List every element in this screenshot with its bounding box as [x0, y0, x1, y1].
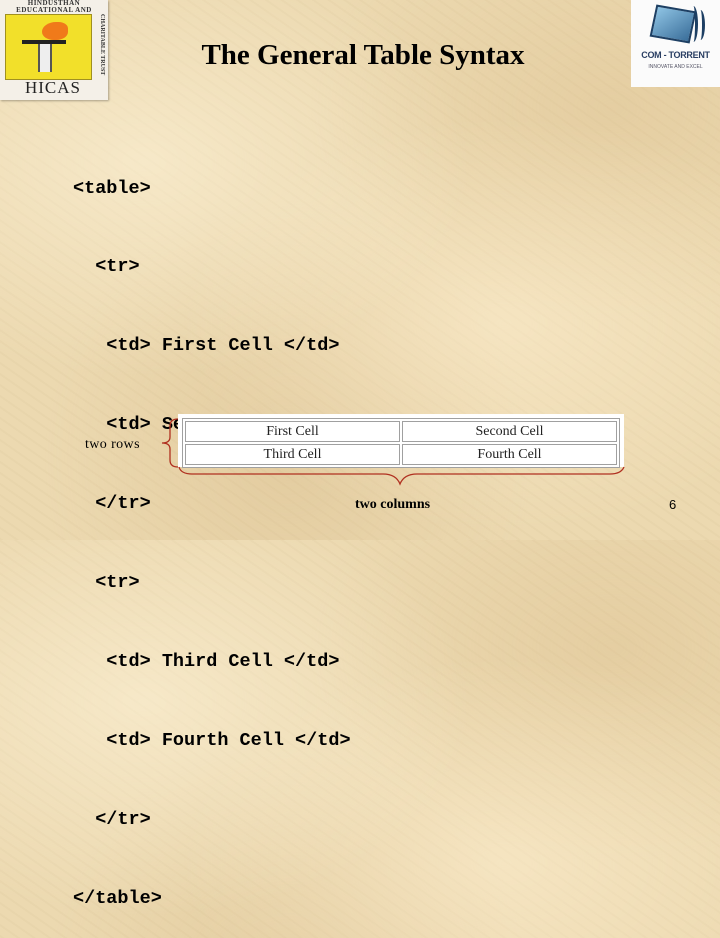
- code-block: <table> <tr> <td> First Cell </td> <td> …: [73, 123, 351, 938]
- table-cell: Third Cell: [185, 444, 400, 465]
- code-line: <td> Third Cell </td>: [73, 650, 340, 672]
- hicas-logo-name: HICAS: [24, 78, 81, 97]
- code-line: <td> Fourth Cell </td>: [73, 729, 351, 751]
- code-line: <table>: [73, 177, 151, 199]
- rows-brace-icon: [161, 418, 179, 468]
- table-cell: Fourth Cell: [402, 444, 617, 465]
- code-line: </tr>: [73, 493, 151, 515]
- columns-brace-icon: [178, 466, 625, 486]
- table-row: First Cell Second Cell: [185, 421, 617, 442]
- two-columns-label: two columns: [355, 497, 431, 512]
- code-line: <tr>: [73, 572, 140, 594]
- code-line: </table>: [73, 887, 162, 909]
- rendered-table-example: First Cell Second Cell Third Cell Fourth…: [178, 414, 624, 468]
- table-cell: First Cell: [185, 421, 400, 442]
- code-line: <tr>: [73, 256, 140, 278]
- slide-title: The General Table Syntax: [201, 39, 525, 71]
- table-row: Third Cell Fourth Cell: [185, 444, 617, 465]
- hicas-logo-banner: HINDUSTHAN EDUCATIONAL AND: [16, 0, 92, 14]
- code-line: </tr>: [73, 808, 151, 830]
- code-line: <td> First Cell </td>: [73, 335, 340, 357]
- page-number: 6: [669, 497, 677, 512]
- two-rows-label: two rows: [85, 437, 140, 452]
- table-cell: Second Cell: [402, 421, 617, 442]
- example-table: First Cell Second Cell Third Cell Fourth…: [182, 418, 620, 468]
- signal-wave-icon: [696, 10, 705, 40]
